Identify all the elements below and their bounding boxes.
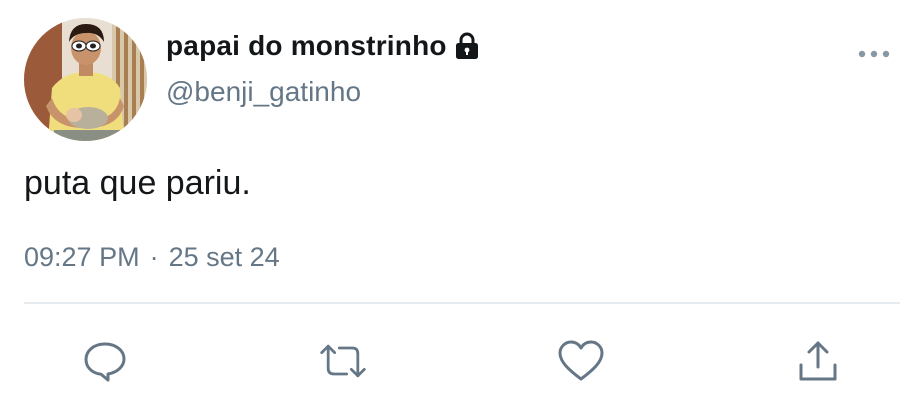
tweet-time[interactable]: 09:27 PM [24,242,140,273]
tweet-meta: 09:27 PM · 25 set 24 [24,242,280,273]
more-icon[interactable] [856,42,892,66]
avatar-photo [24,18,147,141]
tweet-date[interactable]: 25 set 24 [169,242,280,273]
divider [24,302,900,304]
meta-separator: · [149,242,159,272]
tweet-card: papai do monstrinho @benji_gatinho puta … [0,0,924,419]
heart-icon [558,340,604,381]
user-handle[interactable]: @benji_gatinho [166,76,361,108]
reply-button[interactable] [80,336,130,386]
retweet-icon [320,344,366,378]
reply-icon [84,342,126,382]
like-button[interactable] [556,336,606,386]
lock-icon [453,31,481,61]
share-button[interactable] [793,336,843,386]
avatar[interactable] [24,18,147,141]
display-name[interactable]: papai do monstrinho [166,30,447,62]
retweet-button[interactable] [318,336,368,386]
share-icon [799,341,837,381]
tweet-text: puta que pariu. [24,164,251,202]
display-name-row: papai do monstrinho [166,26,481,66]
